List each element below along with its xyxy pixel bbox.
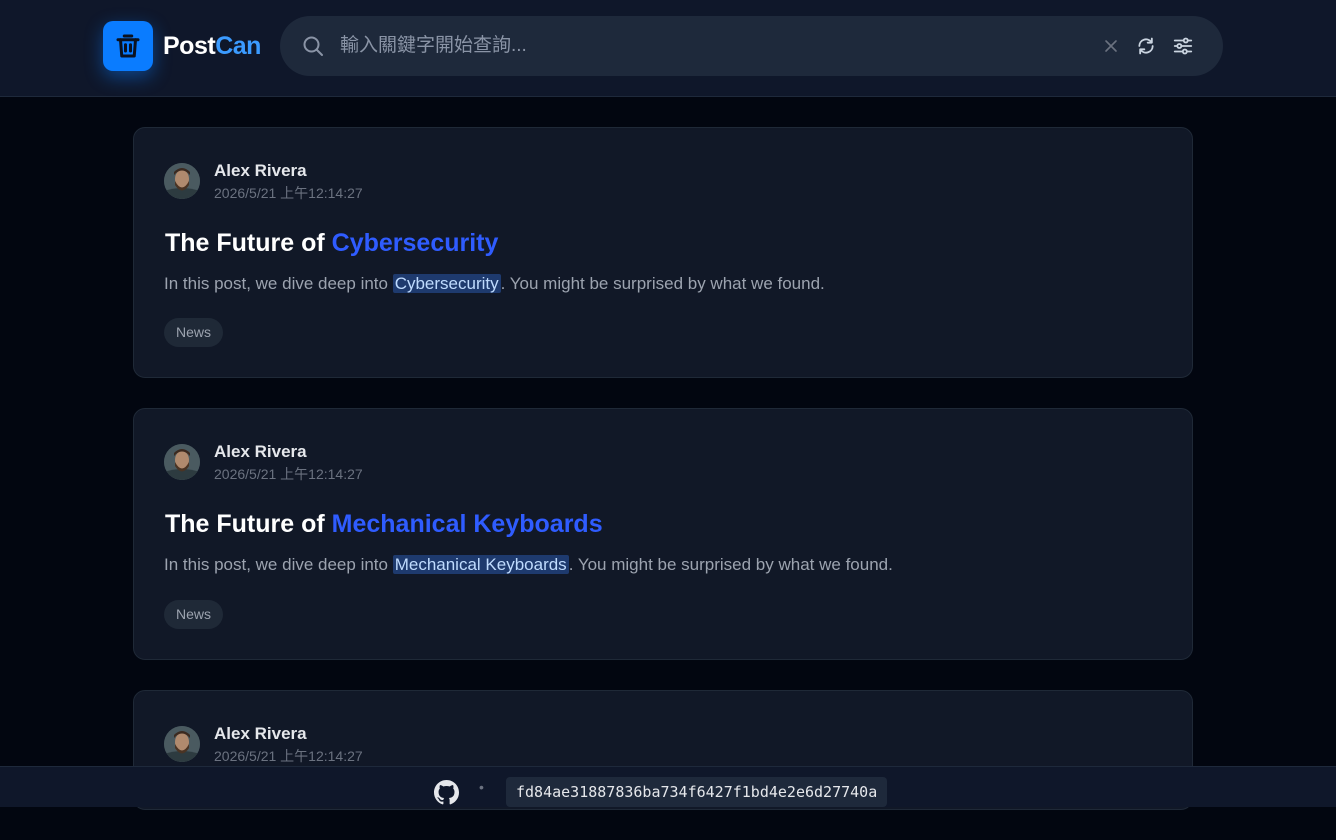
post-feed: Alex Rivera 2026/5/21 上午12:14:27 The Fut…: [133, 127, 1193, 840]
post-title-prefix: The Future of: [165, 229, 332, 257]
excerpt-prefix: In this post, we dive deep into: [164, 555, 393, 574]
author-name[interactable]: Alex Rivera: [214, 724, 307, 744]
post-title[interactable]: The Future of Cybersecurity: [165, 228, 498, 258]
excerpt-suffix: . You might be surprised by what we foun…: [500, 274, 825, 293]
search-bar: [280, 16, 1223, 76]
excerpt-highlight: Mechanical Keyboards: [392, 555, 569, 574]
tag-badge[interactable]: News: [164, 600, 224, 629]
post-timestamp: 2026/5/21 上午12:14:27: [214, 748, 363, 764]
author-name[interactable]: Alex Rivera: [214, 442, 307, 462]
avatar-image: [164, 444, 200, 480]
sliders-icon[interactable]: [1172, 35, 1194, 57]
post-timestamp: 2026/5/21 上午12:14:27: [214, 466, 363, 482]
post-excerpt: In this post, we dive deep into Cybersec…: [164, 273, 825, 295]
search-icon: [303, 36, 323, 56]
post-card[interactable]: Alex Rivera 2026/5/21 上午12:14:27 The Fut…: [133, 408, 1193, 660]
author-name[interactable]: Alex Rivera: [214, 161, 307, 181]
avatar[interactable]: [164, 444, 200, 480]
app-name-part1: Post: [163, 32, 216, 60]
footer-separator: •: [479, 779, 484, 795]
post-title-keyword: Mechanical Keyboards: [331, 510, 603, 538]
post-excerpt: In this post, we dive deep into Mechanic…: [164, 554, 893, 576]
github-icon[interactable]: [434, 780, 459, 805]
post-title[interactable]: The Future of Mechanical Keyboards: [165, 509, 603, 539]
app-logo[interactable]: [103, 21, 153, 71]
avatar[interactable]: [164, 726, 200, 762]
excerpt-prefix: In this post, we dive deep into: [164, 274, 393, 293]
avatar[interactable]: [164, 163, 200, 199]
post-title-keyword: Cybersecurity: [331, 229, 499, 257]
commit-hash: fd84ae31887836ba734f6427f1bd4e2e6d27740a: [506, 777, 888, 807]
refresh-icon[interactable]: [1136, 36, 1156, 56]
post-card[interactable]: Alex Rivera 2026/5/21 上午12:14:27 The Fut…: [133, 127, 1193, 378]
post-timestamp: 2026/5/21 上午12:14:27: [214, 185, 363, 201]
excerpt-suffix: . You might be surprised by what we foun…: [568, 555, 893, 574]
avatar-image: [164, 163, 200, 199]
search-input[interactable]: [338, 30, 1098, 62]
trash-can-icon: [116, 34, 140, 58]
app-name[interactable]: PostCan: [163, 31, 261, 61]
app-header: PostCan: [0, 0, 1336, 97]
excerpt-highlight: Cybersecurity: [392, 274, 501, 293]
post-title-prefix: The Future of: [165, 510, 332, 538]
tag-badge[interactable]: News: [164, 318, 224, 347]
app-name-part2: Can: [215, 32, 261, 60]
close-icon[interactable]: [1103, 38, 1119, 54]
app-footer: • fd84ae31887836ba734f6427f1bd4e2e6d2774…: [0, 766, 1336, 807]
avatar-image: [164, 726, 200, 762]
